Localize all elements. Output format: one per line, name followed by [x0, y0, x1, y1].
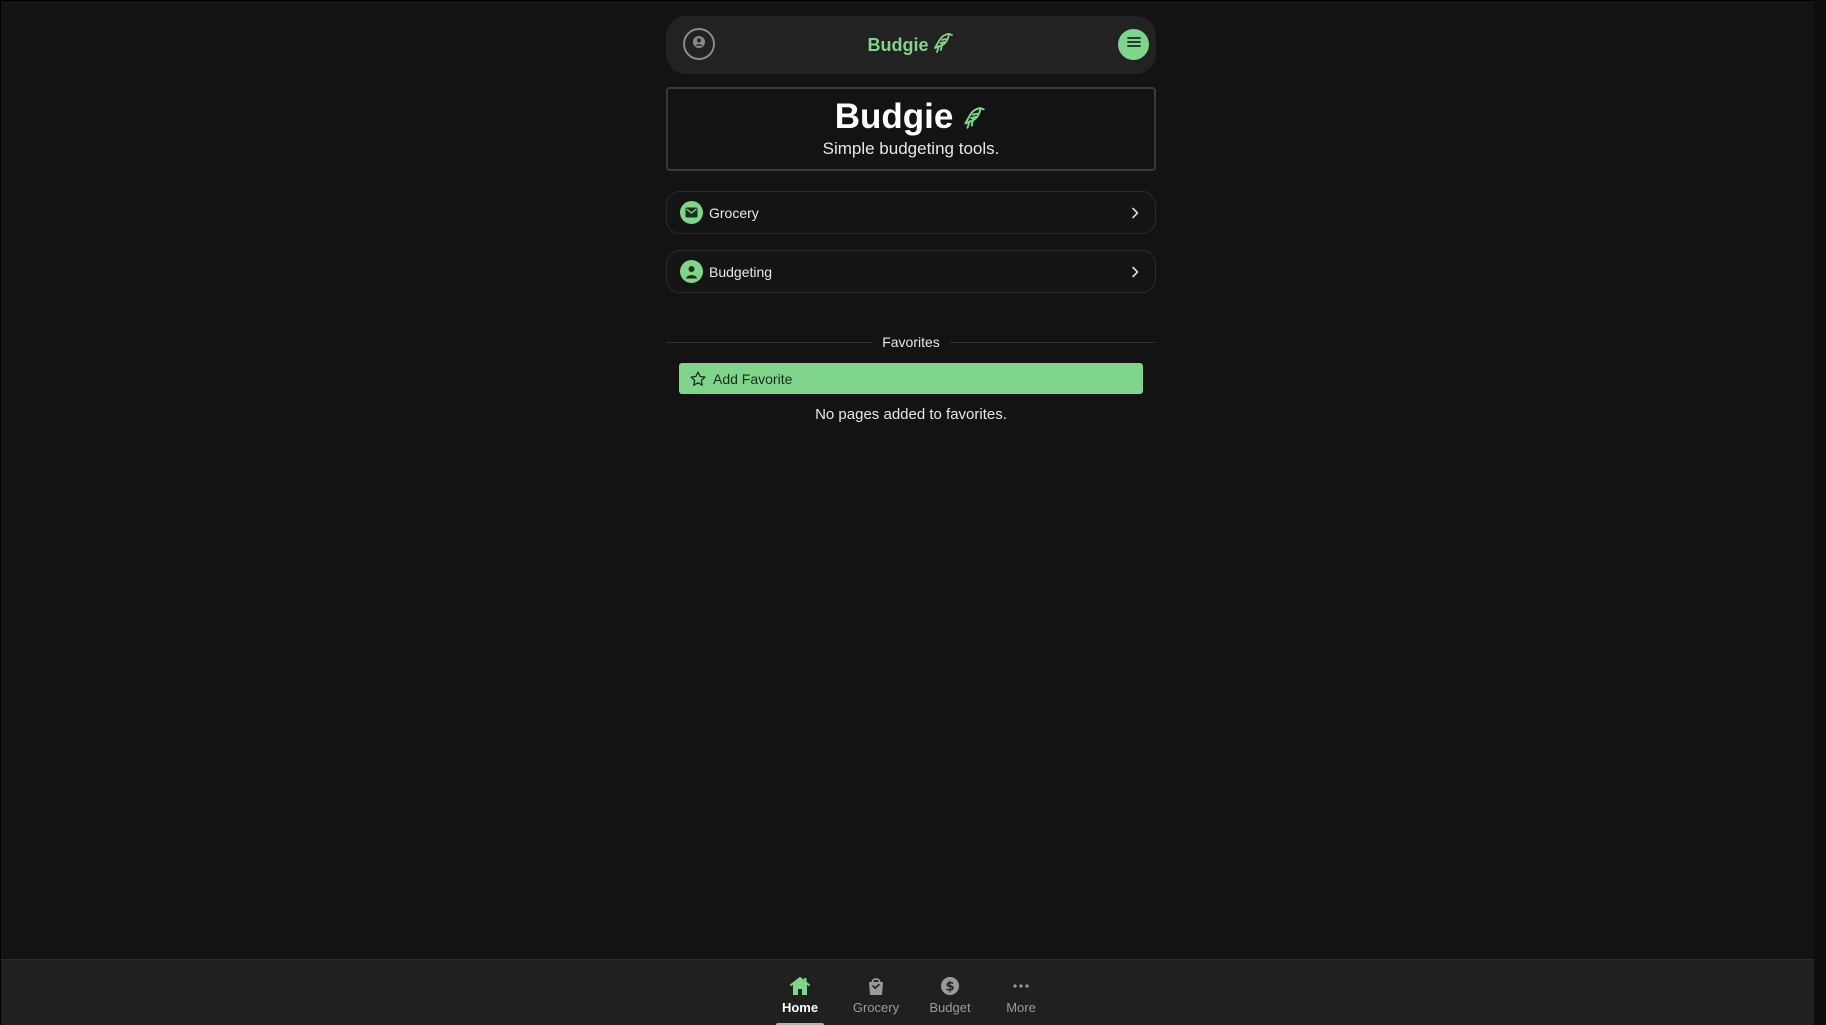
- envelope-icon: [680, 201, 703, 224]
- chevron-right-icon: [1131, 207, 1139, 219]
- more-dots-icon: [1012, 975, 1030, 997]
- brand-label: Budgie: [867, 34, 929, 55]
- nav-item-label: Budgeting: [709, 263, 773, 280]
- tab-label: Grocery: [852, 1000, 900, 1015]
- tab-more[interactable]: More: [997, 960, 1045, 1025]
- bird-icon: [931, 31, 955, 60]
- favorites-divider: Favorites: [666, 332, 1157, 352]
- tab-budget[interactable]: $ Budget: [925, 960, 975, 1025]
- bird-icon: [961, 105, 987, 136]
- hero-card: Budgie Simple budgeting tools.: [666, 87, 1156, 171]
- favorites-heading: Favorites: [882, 334, 940, 350]
- home-icon: [789, 975, 811, 997]
- tab-label: Budget: [929, 1000, 971, 1015]
- app-brand[interactable]: Budgie: [666, 16, 1156, 74]
- window-scrollbar[interactable]: [1814, 0, 1826, 1025]
- nav-item-budgeting[interactable]: Budgeting: [666, 250, 1156, 293]
- hamburger-menu-icon: [1126, 35, 1142, 54]
- divider-line: [666, 341, 873, 343]
- add-favorite-button[interactable]: Add Favorite: [679, 363, 1143, 394]
- tab-label: Home: [781, 1000, 819, 1015]
- page-subtitle: Simple budgeting tools.: [822, 139, 1000, 158]
- divider-line: [949, 341, 1157, 343]
- tab-label: More: [1006, 1000, 1036, 1015]
- favorites-empty-message: No pages added to favorites.: [815, 406, 1007, 423]
- svg-text:$: $: [945, 980, 954, 995]
- bottom-navigation: Home Grocery $ Budget More: [1, 959, 1823, 1025]
- add-favorite-label: Add Favorite: [713, 370, 793, 387]
- tab-home[interactable]: Home: [776, 960, 824, 1025]
- menu-button[interactable]: [1118, 29, 1149, 60]
- page-title: Budgie: [834, 97, 954, 136]
- app-viewport: Budgie Budgie Simple budgeting tools. Gr…: [1, 1, 1823, 1025]
- tab-grocery[interactable]: Grocery: [846, 960, 906, 1025]
- nav-item-label: Grocery: [709, 204, 759, 221]
- user-icon: [680, 260, 703, 283]
- dollar-coin-icon: $: [940, 975, 960, 997]
- chevron-right-icon: [1131, 266, 1139, 278]
- nav-item-grocery[interactable]: Grocery: [666, 191, 1156, 234]
- star-icon: [689, 370, 707, 388]
- top-app-bar: Budgie: [666, 16, 1156, 74]
- shopping-bag-icon: [867, 975, 885, 997]
